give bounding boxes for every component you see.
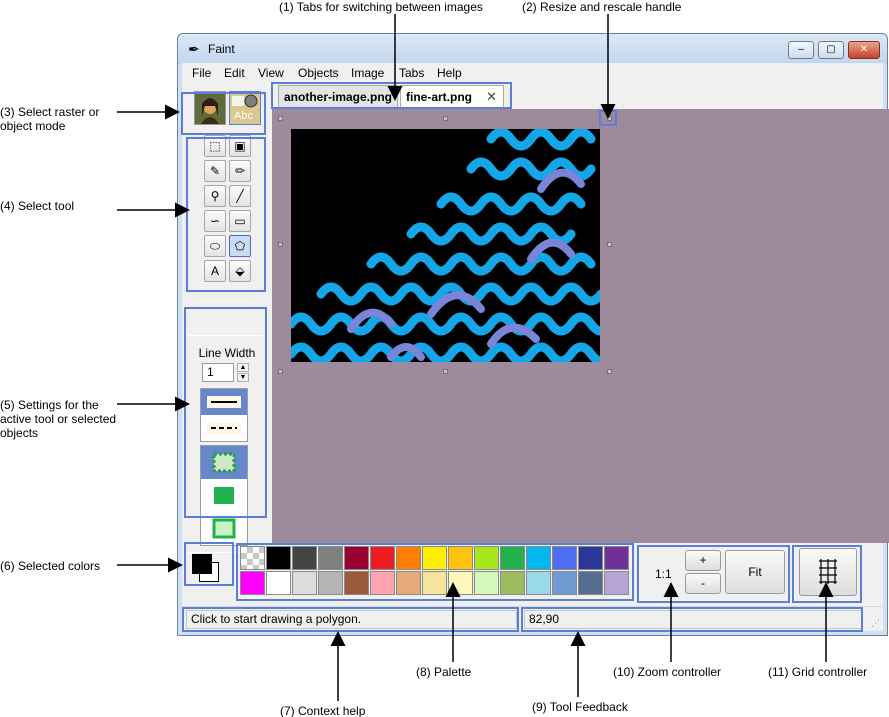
- menu-image[interactable]: Image: [351, 66, 384, 80]
- close-window-button[interactable]: ✕: [848, 41, 880, 59]
- resize-handle-tl[interactable]: [278, 116, 283, 121]
- callout-settings-line1: (5) Settings for the: [0, 398, 99, 412]
- resize-handle-bottom[interactable]: [443, 369, 448, 374]
- resize-grip-icon[interactable]: ⋰: [871, 618, 880, 629]
- resize-handle-left[interactable]: [278, 242, 283, 247]
- menu-view[interactable]: View: [258, 66, 284, 80]
- resize-handle-bl[interactable]: [278, 369, 283, 374]
- menu-bar: File Edit View Objects Image Tabs Help: [182, 63, 883, 82]
- highlight-grid: [792, 545, 862, 603]
- minimize-button[interactable]: ‒: [788, 41, 814, 59]
- highlight-tool-feedback: [521, 607, 863, 632]
- image-canvas[interactable]: [291, 129, 600, 362]
- maximize-button[interactable]: ▢: [818, 41, 844, 59]
- highlight-tabs: [271, 82, 512, 109]
- callout-zoom-controller: (10) Zoom controller: [613, 665, 722, 679]
- callout-select-tool: (4) Select tool: [0, 199, 75, 213]
- callout-palette: (8) Palette: [416, 665, 472, 679]
- callout-grid-controller: (11) Grid controller: [768, 665, 868, 679]
- callout-tabs: (1) Tabs for switching between images: [279, 0, 483, 14]
- callout-selected-colors: (6) Selected colors: [0, 559, 101, 573]
- faint-pen-icon: ✒: [188, 41, 200, 57]
- resize-handle-right[interactable]: [607, 242, 612, 247]
- highlight-handle: [599, 110, 617, 126]
- callout-mode-line1: (3) Select raster or: [0, 105, 100, 119]
- menu-file[interactable]: File: [192, 66, 211, 80]
- menu-help[interactable]: Help: [437, 66, 462, 80]
- window-title: Faint: [208, 42, 235, 56]
- menu-edit[interactable]: Edit: [224, 66, 245, 80]
- callout-settings-line3: objects: [0, 426, 39, 440]
- highlight-mode: [181, 92, 266, 135]
- highlight-context-help: [182, 607, 519, 632]
- callout-resize-handle: (2) Resize and rescale handle: [522, 0, 682, 14]
- highlight-settings: [184, 307, 267, 518]
- highlight-palette: [236, 543, 634, 601]
- resize-handle-br[interactable]: [607, 369, 612, 374]
- callout-mode-line2: object mode: [0, 119, 66, 133]
- menu-objects[interactable]: Objects: [298, 66, 339, 80]
- canvas-area[interactable]: [272, 109, 889, 543]
- resize-handle-top[interactable]: [443, 116, 448, 121]
- fine-art-image: [291, 129, 600, 362]
- highlight-tools: [186, 137, 266, 292]
- callout-tool-feedback: (9) Tool Feedback: [532, 700, 628, 714]
- callout-context-help: (7) Context help: [280, 704, 366, 717]
- menu-tabs[interactable]: Tabs: [399, 66, 424, 80]
- highlight-colors: [184, 542, 234, 586]
- highlight-zoom: [637, 545, 790, 603]
- title-bar[interactable]: ✒ Faint ‒ ▢ ✕: [178, 34, 887, 64]
- callout-settings-line2: active tool or selected: [0, 412, 117, 426]
